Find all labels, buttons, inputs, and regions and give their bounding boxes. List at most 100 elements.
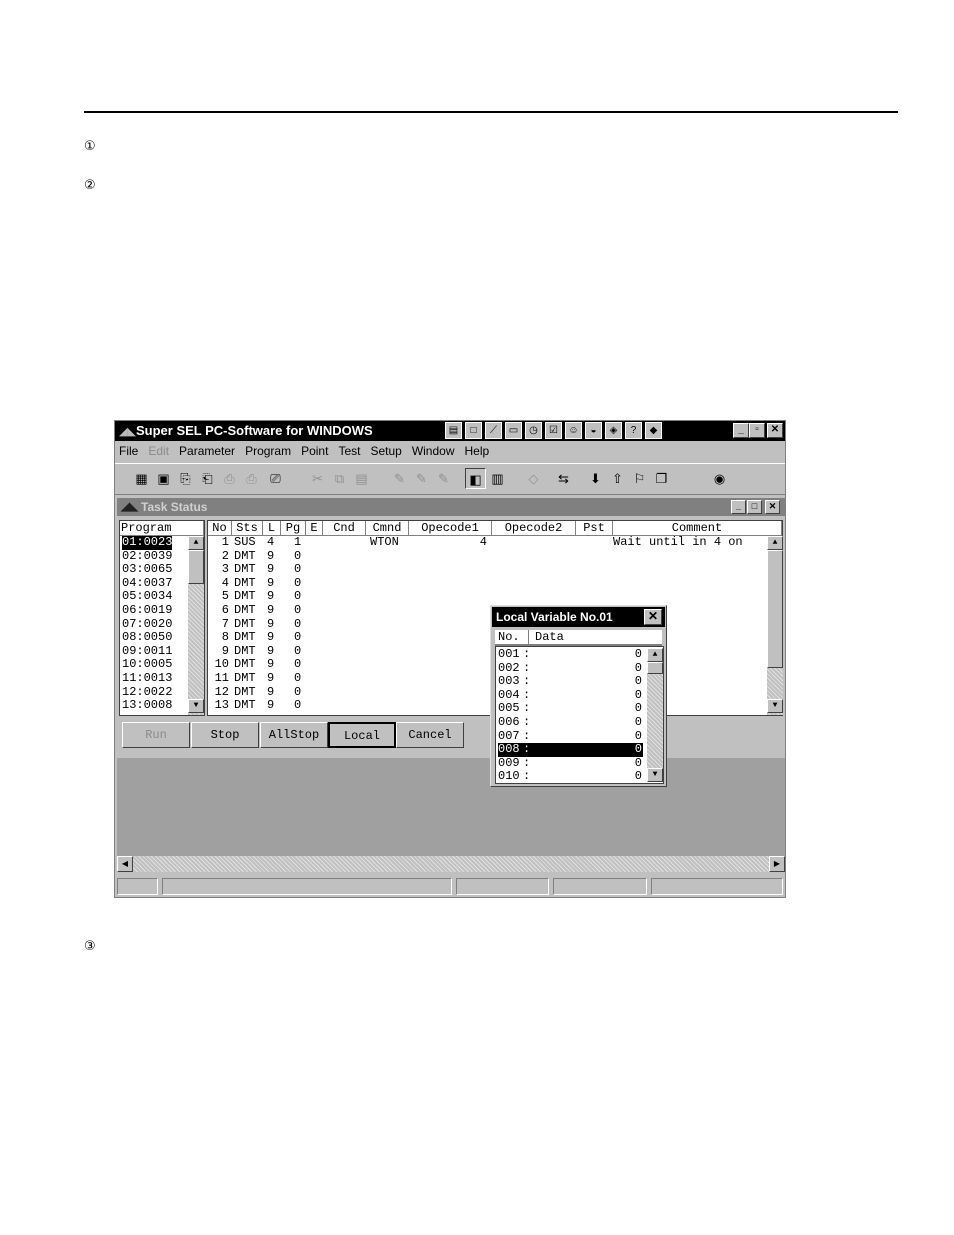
table-row[interactable]: 1 SUS 4 1 WTON 4 Wait until in 4 on — [208, 535, 766, 550]
table-row[interactable]: 2 DMT 9 0 — [208, 549, 766, 564]
clock-icon[interactable]: ◷ — [525, 422, 542, 439]
restore-button[interactable]: ▫ — [749, 423, 765, 438]
blank-page-icon[interactable]: □ — [465, 422, 482, 439]
local-variable-row[interactable]: 004: 0 — [498, 688, 643, 703]
program-list-item[interactable]: 12:0022 — [122, 685, 172, 700]
local-button[interactable]: Local — [328, 722, 396, 748]
program-list-item[interactable]: 03:0065 — [122, 563, 172, 577]
open-program-icon[interactable]: ⎘ — [175, 468, 196, 489]
save-program-icon[interactable]: ⎙ — [219, 468, 240, 489]
local-variable-close-icon[interactable]: ✕ — [644, 609, 662, 625]
menu-test[interactable]: Test — [334, 442, 366, 460]
edit-all-icon[interactable]: ✎ — [433, 468, 454, 489]
new-program-icon[interactable]: ▦ — [131, 468, 152, 489]
local-variable-row[interactable]: 010: 0 — [498, 770, 643, 784]
new-point-icon[interactable]: ▣ — [153, 468, 174, 489]
menu-program[interactable]: Program — [241, 442, 297, 460]
local-variable-row[interactable]: 005: 0 — [498, 702, 643, 716]
copy-icon[interactable]: ⧉ — [329, 468, 350, 489]
program-list-item[interactable]: 13:0008 — [122, 699, 172, 713]
open-point-icon[interactable]: ⎗ — [197, 468, 218, 489]
task-scroll-down-arrow-icon[interactable]: ▼ — [767, 699, 783, 713]
panel-icon[interactable]: ▤ — [445, 422, 462, 439]
flag-icon[interactable]: ⚐ — [629, 468, 650, 489]
local-variable-row[interactable]: 001: 0 — [498, 647, 643, 662]
chart-icon[interactable]: ⟋ — [485, 422, 502, 439]
tag-icon[interactable]: ◇ — [523, 468, 544, 489]
lv-scroll-up-arrow-icon[interactable]: ▲ — [647, 648, 663, 662]
menu-window[interactable]: Window — [408, 442, 461, 460]
help-icon[interactable]: ? — [625, 422, 642, 439]
menu-file[interactable]: File — [115, 442, 144, 460]
book-icon[interactable]: ◈ — [605, 422, 622, 439]
toggle-icon[interactable]: ⇆ — [553, 468, 574, 489]
program-scrollbar[interactable]: ▲ ▼ — [188, 536, 204, 715]
task-close-button[interactable]: ✕ — [765, 500, 780, 514]
table-row[interactable]: 8 DMT 9 0 — [208, 631, 766, 645]
menu-parameter[interactable]: Parameter — [175, 442, 241, 460]
scroll-right-arrow-icon[interactable]: ▶ — [769, 856, 785, 872]
run-button[interactable]: Run — [122, 722, 190, 748]
local-variable-row[interactable]: 002: 0 — [498, 661, 643, 676]
task-maximize-button[interactable]: □ — [747, 500, 762, 514]
close-button[interactable]: ✕ — [767, 423, 783, 438]
scroll-left-arrow-icon[interactable]: ◀ — [117, 856, 133, 872]
task-minimize-button[interactable]: _ — [731, 500, 746, 514]
task-scrollbar[interactable]: ▲ ▼ — [767, 536, 783, 715]
menu-setup[interactable]: Setup — [366, 442, 407, 460]
emergency-stop-icon[interactable]: ◉ — [709, 468, 730, 489]
table-row[interactable]: 5 DMT 9 0 — [208, 590, 766, 604]
local-variable-row[interactable]: 008: 0 — [498, 743, 643, 757]
edit-point-icon[interactable]: ✎ — [411, 468, 432, 489]
lv-scroll-down-arrow-icon[interactable]: ▼ — [647, 768, 663, 782]
table-row[interactable]: 9 DMT 9 0 — [208, 644, 766, 659]
download-arrow-icon[interactable]: ⬇ — [585, 468, 606, 489]
people-icon[interactable]: ☺ — [565, 422, 582, 439]
minimize-button[interactable]: _ — [733, 423, 749, 438]
table-row[interactable]: 6 DMT 9 0 — [208, 603, 766, 618]
program-list-item[interactable]: 11:0013 — [122, 671, 172, 686]
program-list-item[interactable]: 07:0020 — [122, 617, 172, 632]
program-list-item[interactable]: 08:0050 — [122, 631, 172, 645]
program-list-item[interactable]: 06:0019 — [122, 603, 172, 618]
upload-arrow-icon[interactable]: ⇧ — [607, 468, 628, 489]
program-list-item[interactable]: 09:0011 — [122, 644, 172, 659]
cut-icon[interactable]: ✂ — [307, 468, 328, 489]
stop-button[interactable]: Stop — [191, 722, 259, 748]
local-variable-row[interactable]: 007: 0 — [498, 729, 643, 744]
allstop-button[interactable]: AllStop — [260, 722, 328, 748]
table-row[interactable]: 10 DMT 9 0 — [208, 658, 766, 672]
card-icon[interactable]: ▭ — [505, 422, 522, 439]
checkbox-icon[interactable]: ☑ — [545, 422, 562, 439]
local-variable-row[interactable]: 009: 0 — [498, 756, 643, 771]
monitor-icon[interactable]: ▥ — [487, 468, 508, 489]
edit-icon[interactable]: ✎ — [389, 468, 410, 489]
scroll-down-arrow-icon[interactable]: ▼ — [188, 699, 204, 713]
menu-point[interactable]: Point — [297, 442, 334, 460]
hat-icon[interactable]: ◒ — [585, 422, 602, 439]
scroll-up-arrow-icon[interactable]: ▲ — [188, 536, 204, 550]
menu-help[interactable]: Help — [461, 442, 496, 460]
table-row[interactable]: 12 DMT 9 0 — [208, 685, 766, 700]
task-scroll-up-arrow-icon[interactable]: ▲ — [767, 536, 783, 550]
diamond-icon[interactable]: ◆ — [645, 422, 662, 439]
local-variable-row[interactable]: 006: 0 — [498, 715, 643, 730]
program-list-item[interactable]: 04:0037 — [122, 576, 172, 591]
table-row[interactable]: 4 DMT 9 0 — [208, 576, 766, 591]
table-row[interactable]: 11 DMT 9 0 — [208, 671, 766, 686]
lv-scrollbar[interactable]: ▲ ▼ — [647, 648, 663, 782]
local-variable-row[interactable]: 003: 0 — [498, 675, 643, 689]
menu-edit[interactable]: Edit — [144, 442, 175, 460]
task-status-icon[interactable]: ◧ — [465, 468, 486, 489]
table-row[interactable]: 7 DMT 9 0 — [208, 617, 766, 632]
horizontal-scrollbar[interactable]: ◀ ▶ — [117, 856, 785, 872]
table-row[interactable]: 3 DMT 9 0 — [208, 563, 766, 577]
program-list-item[interactable]: 05:0034 — [122, 590, 172, 604]
scroll-thumb[interactable] — [188, 550, 204, 584]
cancel-button[interactable]: Cancel — [396, 722, 464, 748]
task-scroll-thumb[interactable] — [767, 550, 783, 668]
save-point-icon[interactable]: ⎙ — [241, 468, 262, 489]
program-list-item[interactable]: 10:0005 — [122, 658, 172, 672]
print-icon[interactable]: ⎚ — [265, 468, 286, 489]
lv-scroll-thumb[interactable] — [647, 662, 663, 674]
